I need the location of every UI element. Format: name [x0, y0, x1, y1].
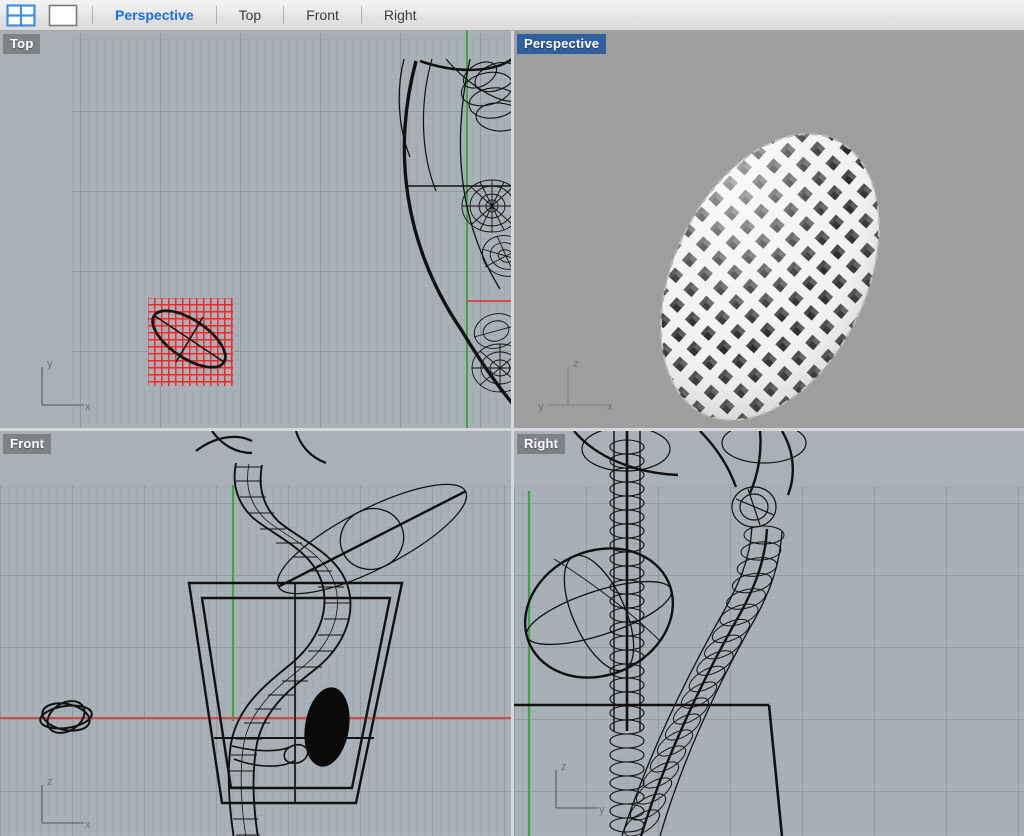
axis-gizmo-front: z x: [28, 771, 98, 836]
svg-text:y: y: [538, 401, 544, 413]
axis-gizmo-right: z y: [542, 756, 612, 823]
single-viewport-layout-icon[interactable]: [48, 4, 78, 27]
application-window: Perspective Top Front Right Top y x Pers…: [0, 0, 1024, 836]
tab-perspective[interactable]: Perspective: [104, 0, 205, 31]
svg-text:x: x: [85, 401, 91, 413]
viewport-label-top[interactable]: Top: [3, 34, 41, 54]
toolbar-separator: [283, 6, 285, 24]
svg-text:y: y: [599, 804, 605, 816]
viewport-toolbar: Perspective Top Front Right: [0, 0, 1024, 31]
viewport-grid: Top y x Perspective z x y Front z x Righ…: [0, 31, 1024, 836]
toolbar-separator: [92, 6, 93, 24]
selected-mesh-object: [148, 298, 233, 386]
viewport-label-perspective[interactable]: Perspective: [517, 34, 607, 54]
viewport-label-right[interactable]: Right: [517, 434, 566, 454]
toolbar-separator: [360, 6, 362, 24]
viewport-divider-horizontal[interactable]: [0, 428, 1024, 431]
viewport-label-front[interactable]: Front: [3, 434, 52, 454]
svg-text:y: y: [47, 358, 53, 370]
viewport-perspective[interactable]: Perspective z x y: [514, 31, 1024, 429]
tab-front[interactable]: Front: [295, 0, 350, 31]
axis-gizmo-top: y x: [28, 353, 98, 420]
viewport-divider-vertical[interactable]: [511, 31, 514, 836]
svg-text:z: z: [561, 761, 567, 773]
svg-text:z: z: [573, 358, 579, 370]
tab-right[interactable]: Right: [373, 0, 428, 31]
svg-text:x: x: [85, 819, 91, 831]
svg-text:x: x: [607, 401, 613, 413]
tab-top[interactable]: Top: [228, 0, 273, 31]
viewport-front[interactable]: Front z x: [0, 431, 512, 836]
four-viewport-layout-icon[interactable]: [6, 3, 36, 27]
grid-top: [72, 33, 512, 429]
svg-text:z: z: [47, 776, 53, 788]
toolbar-separator: [215, 6, 217, 24]
viewport-right[interactable]: Right z y: [514, 431, 1024, 836]
viewport-top[interactable]: Top y x: [0, 31, 512, 429]
axis-gizmo-perspective: z x y: [538, 353, 618, 420]
